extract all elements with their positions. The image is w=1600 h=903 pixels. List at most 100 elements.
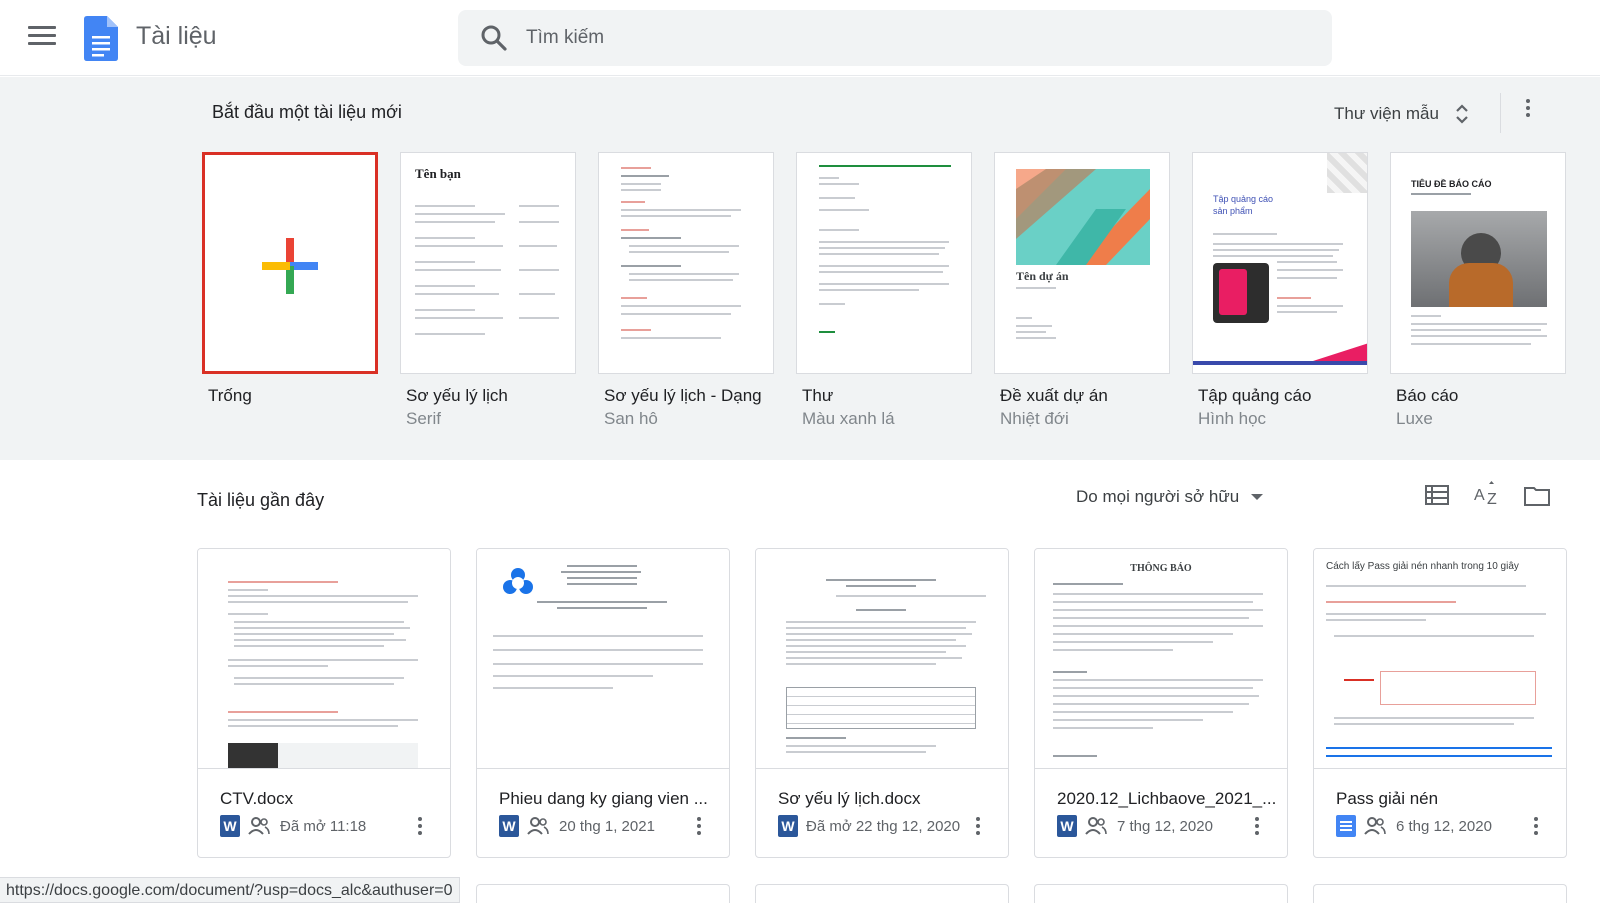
toolbar-divider [1500, 93, 1501, 133]
template-subname: Luxe [1396, 409, 1433, 428]
docs-logo-icon[interactable] [84, 16, 118, 61]
doc-date: 20 thg 1, 2021 [559, 817, 655, 835]
template-more-options-icon[interactable] [1518, 99, 1538, 129]
template-thumb-resume-coral[interactable] [598, 152, 774, 374]
main-menu-icon[interactable] [28, 26, 56, 48]
doc-more-options-icon[interactable] [972, 817, 984, 839]
template-blank[interactable]: Trống [202, 152, 378, 405]
doc-title[interactable]: Pass giải nén [1336, 789, 1558, 809]
template-subname: Màu xanh lá [802, 409, 895, 428]
thumb-heading: Tên dự án [1016, 269, 1069, 283]
word-file-icon: W [499, 815, 519, 837]
shared-people-icon [1364, 817, 1386, 835]
doc-thumbnail[interactable]: Cách lấy Pass giải nén nhanh trong 10 gi… [1314, 549, 1566, 769]
app-title[interactable]: Tài liệu [136, 22, 217, 51]
google-doc-file-icon [1336, 815, 1356, 837]
recent-doc-card-partial[interactable] [755, 884, 1009, 903]
doc-more-options-icon[interactable] [1251, 817, 1263, 839]
template-subname: Hình học [1198, 409, 1267, 428]
template-section-title: Bắt đầu một tài liệu mới [212, 102, 402, 122]
recent-doc-card-partial[interactable] [1313, 884, 1567, 903]
tropical-graphic [1016, 169, 1150, 265]
thumb-heading: THÔNG BÁO [1130, 563, 1192, 574]
template-name: Báo cáo [1396, 386, 1459, 405]
template-project-proposal[interactable]: Tên dự án Đề xuất dự án Nhiệt đới [994, 152, 1170, 428]
recent-doc-card[interactable]: CTV.docx W Đã mở 11:18 [197, 548, 451, 858]
recent-docs-title: Tài liệu gần đây [197, 490, 325, 510]
word-file-icon: W [1057, 815, 1077, 837]
recent-doc-card-partial[interactable] [1034, 884, 1288, 903]
doc-meta: W 20 thg 1, 2021 [499, 815, 655, 837]
folder-icon[interactable] [1522, 480, 1552, 510]
recent-doc-card[interactable]: THÔNG BÁO 2020.12_Lichbaove_2021_... W 7… [1034, 548, 1288, 858]
template-thumb-project-proposal[interactable]: Tên dự án [994, 152, 1170, 374]
plus-icon [262, 238, 318, 294]
template-name: Tập quảng cáo [1198, 386, 1312, 405]
svg-text:Z: Z [1487, 491, 1497, 508]
search-icon[interactable] [480, 24, 508, 52]
template-thumb-blank[interactable] [202, 152, 378, 374]
doc-thumbnail[interactable] [198, 549, 450, 769]
template-name: Thư [802, 386, 834, 405]
template-gallery-section: Bắt đầu một tài liệu mới Thư viện mẫu Tr… [0, 77, 1600, 460]
shared-people-icon [248, 817, 270, 835]
template-resume-serif[interactable]: Tên bạn Sơ yếu lý lịch Serif [400, 152, 576, 428]
template-subname: San hô [604, 409, 658, 428]
doc-meta: W 7 thg 12, 2020 [1057, 815, 1213, 837]
search-input[interactable] [526, 10, 1306, 66]
template-thumb-brochure[interactable]: Tập quảng cáo sản phẩm [1192, 152, 1368, 374]
template-gallery-label[interactable]: Thư viện mẫu [1334, 104, 1439, 124]
thumb-heading: Tập quảng cáo sản phẩm [1213, 194, 1274, 216]
template-name: Sơ yếu lý lịch - Dạng [604, 386, 762, 405]
template-report-luxe[interactable]: TIÊU ĐỀ BÁO CÁO Báo cáo Luxe [1390, 152, 1566, 428]
doc-meta: W Đã mở 22 thg 12, 2020 [778, 815, 960, 837]
thumb-heading: Cách lấy Pass giải nén nhanh trong 10 gi… [1326, 561, 1519, 572]
search-bar[interactable] [458, 10, 1332, 66]
template-subname: Nhiệt đới [1000, 409, 1069, 428]
doc-title[interactable]: Phieu dang ky giang vien ... [499, 789, 721, 809]
template-thumb-resume-serif[interactable]: Tên bạn [400, 152, 576, 374]
template-name: Trống [208, 386, 252, 405]
owner-filter-dropdown[interactable]: Do mọi người sở hữu [1076, 484, 1264, 510]
doc-date: 7 thg 12, 2020 [1117, 817, 1213, 835]
thumb-heading: Tên bạn [415, 166, 461, 181]
doc-thumbnail[interactable]: THÔNG BÁO [1035, 549, 1287, 769]
dropdown-arrow-icon[interactable] [1251, 494, 1264, 500]
template-brochure[interactable]: Tập quảng cáo sản phẩm Tập quảng cáo Hìn… [1192, 152, 1368, 428]
owner-filter-label[interactable]: Do mọi người sở hữu [1076, 487, 1239, 507]
template-name: Sơ yếu lý lịch [406, 386, 508, 405]
recent-doc-card[interactable]: Cách lấy Pass giải nén nhanh trong 10 gi… [1313, 548, 1567, 858]
doc-meta: W Đã mở 11:18 [220, 815, 366, 837]
shared-people-icon [527, 817, 549, 835]
status-bar-url: https://docs.google.com/document/?usp=do… [0, 877, 460, 903]
doc-thumbnail[interactable] [756, 549, 1008, 769]
template-subname: Serif [406, 409, 441, 428]
template-thumb-report[interactable]: TIÊU ĐỀ BÁO CÁO [1390, 152, 1566, 374]
template-resume-coral[interactable]: Sơ yếu lý lịch - Dạng San hô [598, 152, 774, 428]
recent-doc-card-partial[interactable] [476, 884, 730, 903]
doc-more-options-icon[interactable] [1530, 817, 1542, 839]
doc-thumbnail[interactable] [477, 549, 729, 769]
app-header: Tài liệu [0, 0, 1600, 76]
doc-more-options-icon[interactable] [693, 817, 705, 839]
doc-more-options-icon[interactable] [414, 817, 426, 839]
list-view-icon[interactable] [1422, 480, 1452, 510]
sort-az-icon[interactable]: A Z [1472, 480, 1502, 510]
word-file-icon: W [220, 815, 240, 837]
doc-title[interactable]: 2020.12_Lichbaove_2021_... [1057, 789, 1279, 809]
recent-doc-card[interactable]: Phieu dang ky giang vien ... W 20 thg 1,… [476, 548, 730, 858]
template-gallery-toggle[interactable]: Thư viện mẫu [1334, 99, 1469, 129]
svg-text:A: A [1474, 487, 1485, 504]
template-name: Đề xuất dự án [1000, 386, 1108, 405]
template-letter-green[interactable]: Thư Màu xanh lá [796, 152, 972, 428]
doc-title[interactable]: CTV.docx [220, 789, 442, 809]
doc-title[interactable]: Sơ yếu lý lịch.docx [778, 789, 1000, 809]
unfold-more-icon[interactable] [1455, 103, 1469, 125]
recent-doc-card[interactable]: Sơ yếu lý lịch.docx W Đã mở 22 thg 12, 2… [755, 548, 1009, 858]
doc-meta: 6 thg 12, 2020 [1336, 815, 1492, 837]
word-file-icon: W [778, 815, 798, 837]
doc-date: Đã mở 11:18 [280, 817, 367, 835]
doc-date: Đã mở 22 thg 12, 2020 [806, 817, 961, 835]
template-thumb-letter-green[interactable] [796, 152, 972, 374]
thumb-heading: TIÊU ĐỀ BÁO CÁO [1411, 179, 1492, 189]
